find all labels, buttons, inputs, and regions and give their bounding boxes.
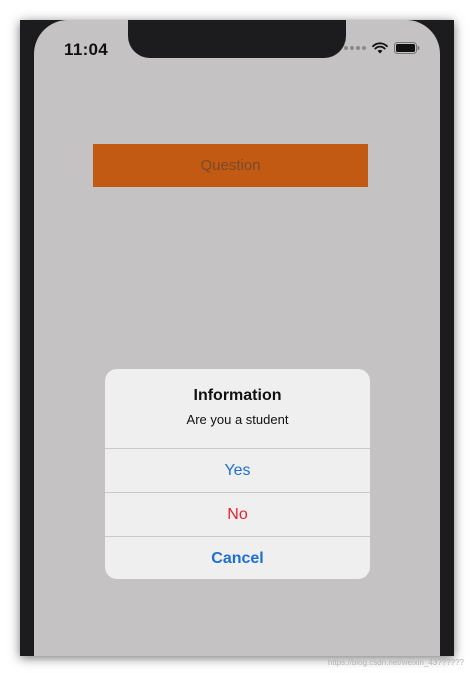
alert-dialog: Information Are you a student Yes No Can…	[105, 369, 370, 579]
battery-icon	[394, 42, 420, 54]
alert-message: Are you a student	[186, 412, 289, 427]
alert-yes-button[interactable]: Yes	[105, 448, 370, 491]
device-notch	[128, 20, 346, 58]
cellular-dots-icon	[344, 46, 366, 50]
status-icons	[344, 42, 420, 54]
alert-no-button[interactable]: No	[105, 492, 370, 535]
watermark: https://blog.csdn.net/weixin_43??????	[327, 658, 464, 667]
app-screen: 11:04 Question Information Are you a stu…	[34, 20, 440, 656]
alert-cancel-button[interactable]: Cancel	[105, 536, 370, 579]
page: 11:04 Question Information Are you a stu…	[0, 0, 474, 673]
question-button[interactable]: Question	[93, 144, 368, 187]
wifi-icon	[372, 42, 388, 54]
status-time: 11:04	[64, 40, 109, 59]
alert-title: Information	[193, 387, 282, 404]
